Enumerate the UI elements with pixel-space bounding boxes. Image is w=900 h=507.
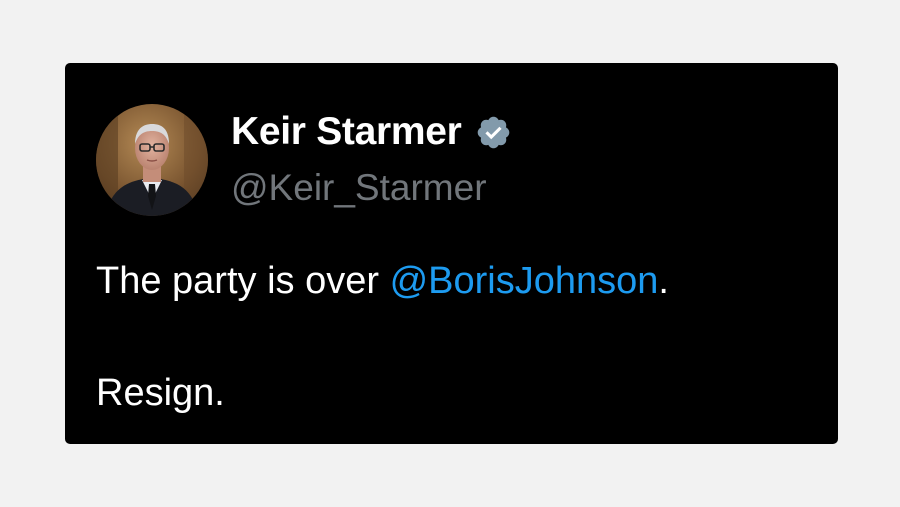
tweet-line-1: The party is over @BorisJohnson. — [96, 253, 816, 309]
mention-link[interactable]: @BorisJohnson — [390, 260, 659, 302]
tweet-text-suffix: . — [658, 260, 669, 302]
author-display-name[interactable]: Keir Starmer — [231, 109, 462, 155]
avatar-photo — [96, 104, 208, 216]
tweet-card: Keir Starmer @Keir_Starmer The party is … — [65, 63, 838, 444]
tweet-line-2: Resign. — [96, 372, 225, 414]
verified-badge-icon[interactable] — [475, 114, 512, 151]
author-name-row: Keir Starmer — [231, 109, 512, 155]
author-handle[interactable]: @Keir_Starmer — [231, 166, 487, 210]
avatar[interactable] — [96, 104, 208, 216]
tweet-text-prefix: The party is over — [96, 260, 390, 302]
tweet-body: The party is over @BorisJohnson. Resign. — [96, 253, 816, 421]
